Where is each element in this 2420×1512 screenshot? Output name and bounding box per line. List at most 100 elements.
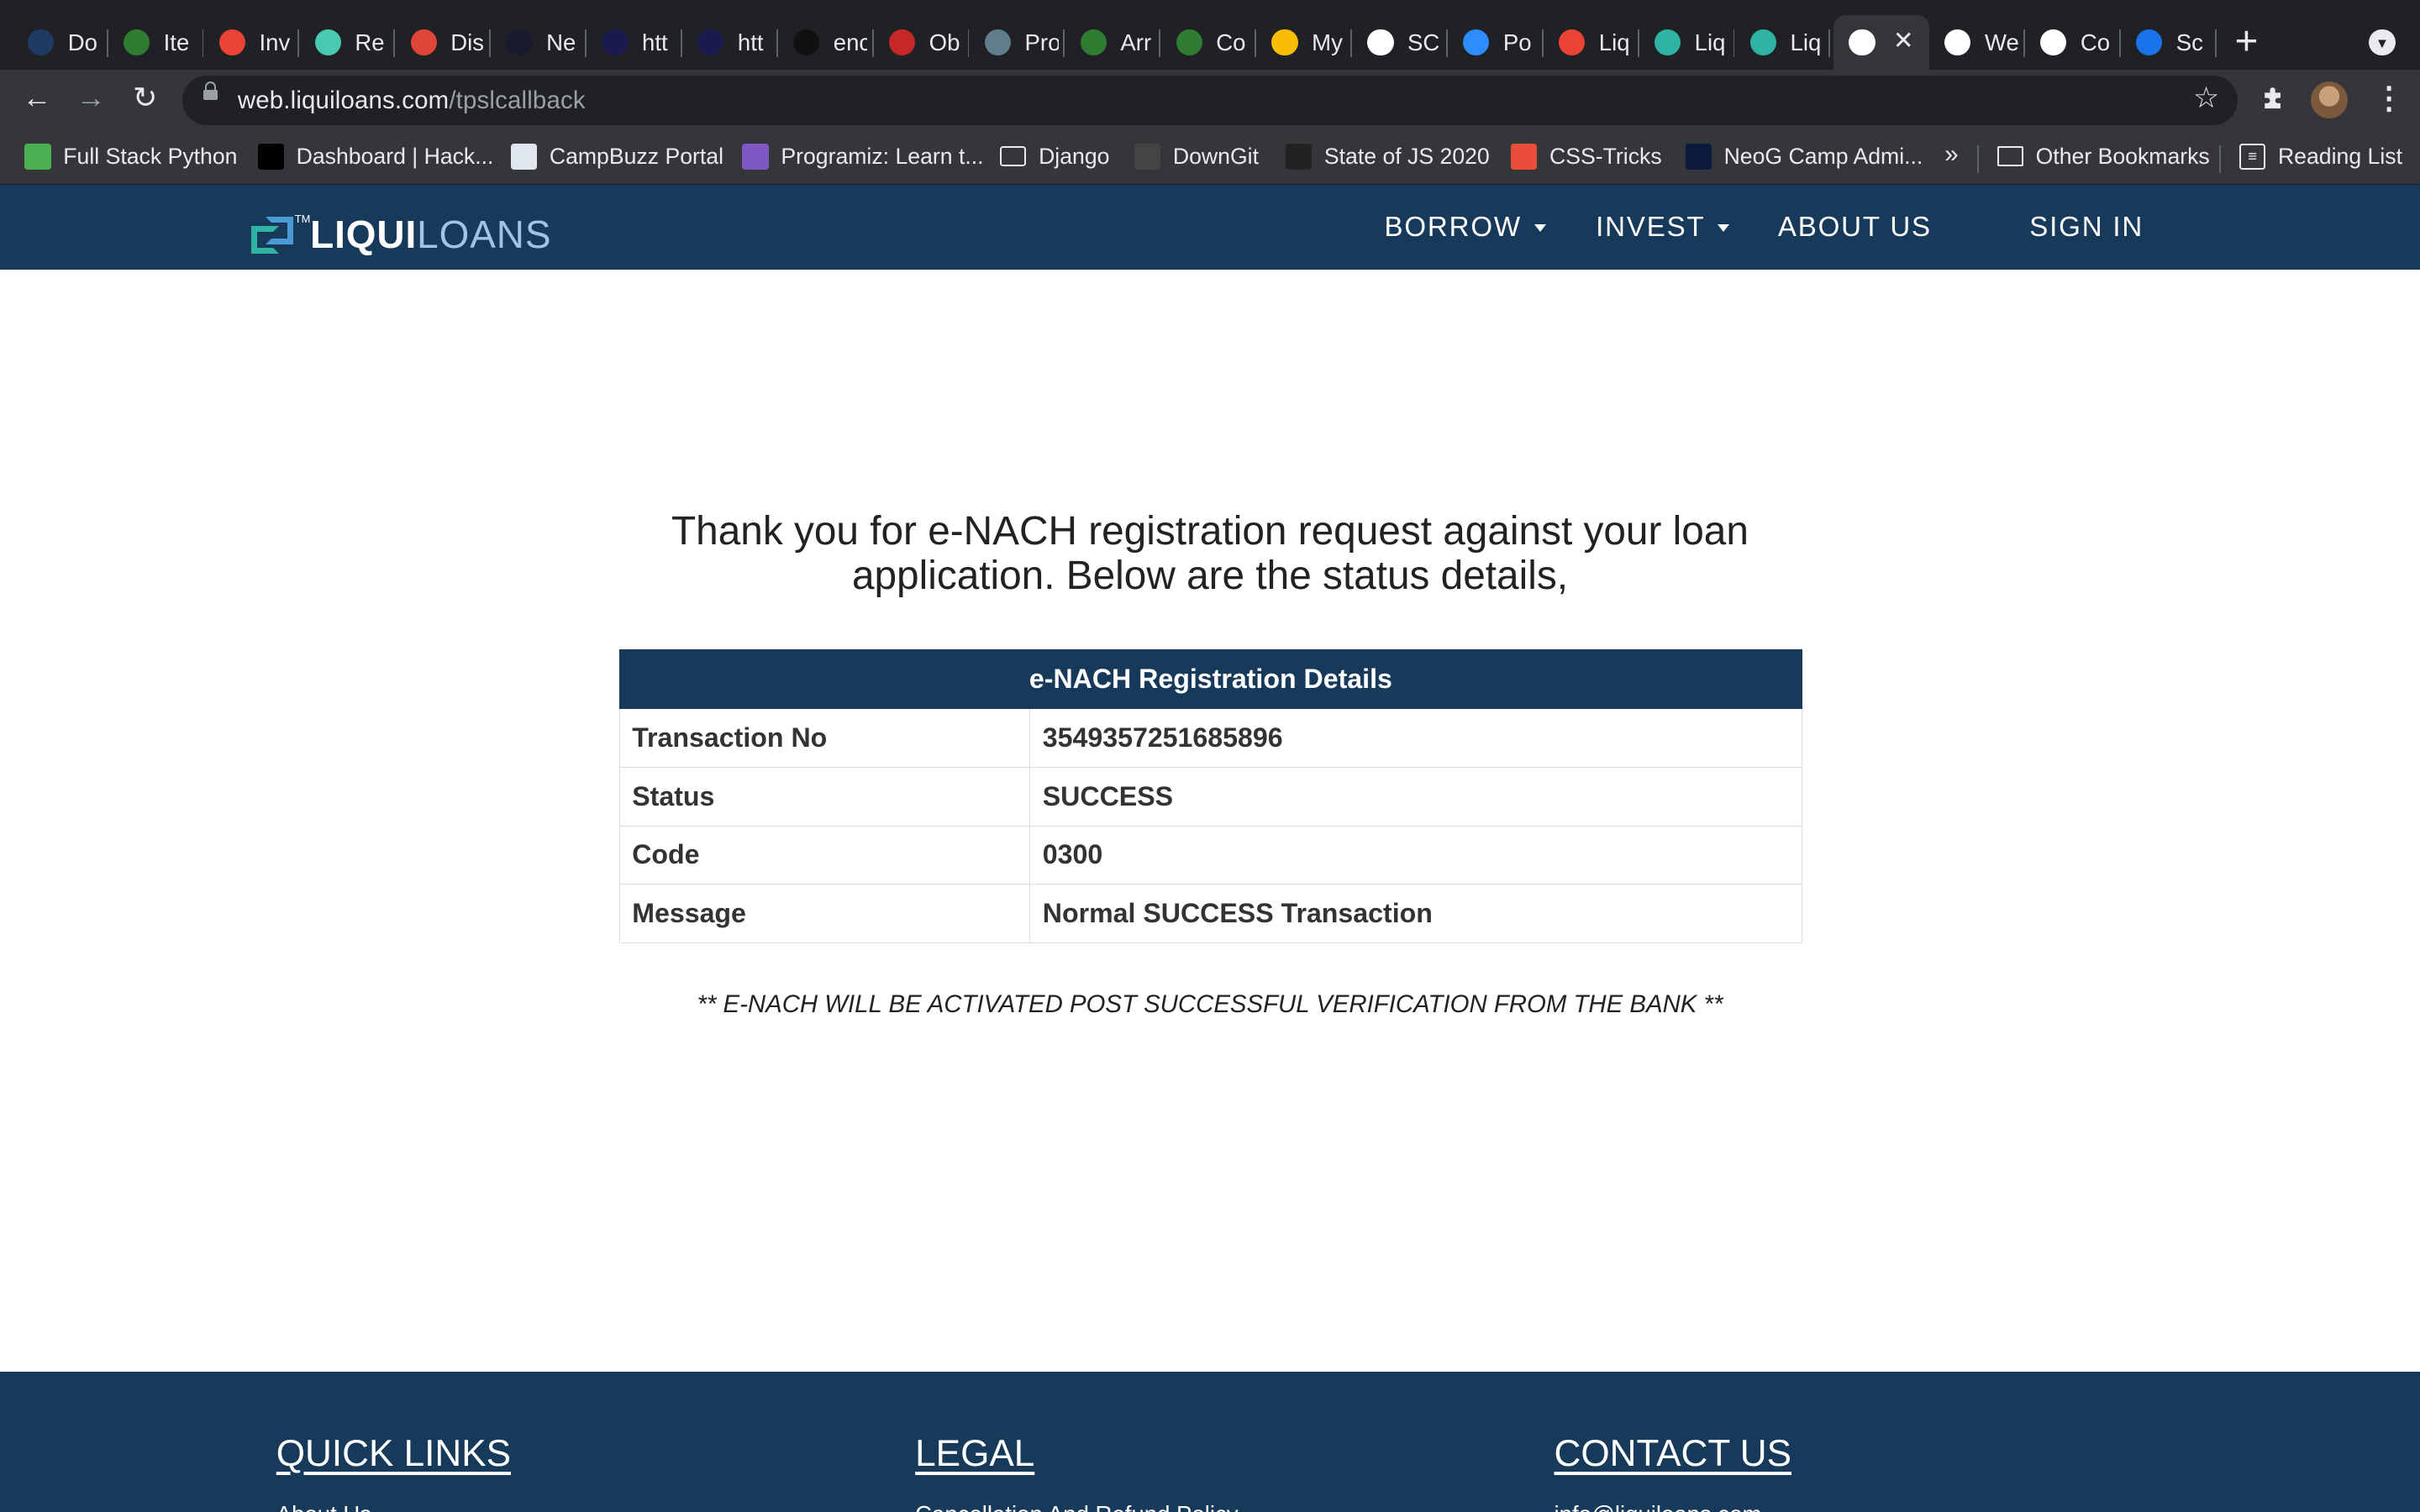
folder-icon bbox=[1996, 146, 2023, 167]
browser-tab[interactable]: We bbox=[1929, 15, 2025, 69]
bookmark-star-icon[interactable]: ☆ bbox=[2193, 81, 2219, 115]
bookmark-label: Programiz: Learn t... bbox=[781, 143, 984, 169]
back-button[interactable]: ← bbox=[18, 81, 55, 115]
browser-tab[interactable]: Liq bbox=[1734, 15, 1831, 69]
extensions-puzzle-icon[interactable] bbox=[2260, 85, 2286, 111]
row-value: 0300 bbox=[1029, 825, 1803, 885]
more-bookmarks-button[interactable]: » bbox=[1944, 140, 1958, 169]
browser-tab[interactable]: Co bbox=[2025, 15, 2121, 69]
browser-tab[interactable]: Arr bbox=[1065, 15, 1161, 69]
browser-tab[interactable]: Ob bbox=[874, 15, 970, 69]
tab-title: Liq bbox=[1598, 29, 1630, 55]
browser-tab[interactable]: enc bbox=[778, 15, 874, 69]
browser-tab[interactable]: Re bbox=[299, 15, 396, 69]
footer-contact-email[interactable]: info@liquiloans.com bbox=[1555, 1501, 1762, 1512]
browser-tab[interactable]: Liq bbox=[1639, 15, 1735, 69]
tab-title: Po bbox=[1502, 29, 1532, 55]
liquiloans-logo[interactable]: TM LIQUI LOANS bbox=[251, 212, 551, 257]
browser-menu-icon[interactable]: ⋮ bbox=[2374, 82, 2405, 114]
browser-tab[interactable]: SC bbox=[1352, 15, 1448, 69]
nav-invest-label: INVEST bbox=[1596, 211, 1706, 243]
nav-about-us[interactable]: ABOUT US bbox=[1778, 212, 1932, 244]
browser-tab[interactable]: Po bbox=[1448, 15, 1544, 69]
lock-icon[interactable] bbox=[203, 81, 218, 101]
table-row: Transaction No 3549357251685896 bbox=[618, 708, 1803, 768]
footer-link-refund-policy[interactable]: Cancellation And Refund Policy bbox=[915, 1501, 1238, 1512]
programiz-icon bbox=[742, 143, 769, 171]
bookmark-item[interactable]: DownGit bbox=[1134, 143, 1259, 171]
reload-button[interactable]: ↻ bbox=[127, 81, 164, 115]
infinity-icon bbox=[1080, 29, 1107, 56]
address-bar[interactable]: web.liquiloans.com/tpslcallback ☆ bbox=[182, 75, 2238, 125]
table-row: Message Normal SUCCESS Transaction bbox=[618, 884, 1803, 944]
tab-divider bbox=[2214, 29, 2217, 57]
bookmark-item[interactable]: Dashboard | Hack... bbox=[257, 143, 493, 171]
bookmarks-divider bbox=[1976, 144, 1979, 173]
browser-tab[interactable]: ✕ bbox=[1833, 15, 1929, 70]
footer-quick-links-heading: QUICK LINKS bbox=[276, 1433, 511, 1475]
tab-title: Arr bbox=[1120, 29, 1152, 55]
tab-strip: + ▼ Do Ite Inv Re Dis Ne htt htt enc Ob Pro Arr Co My… bbox=[0, 0, 2420, 70]
tab-title: Ob bbox=[929, 29, 960, 55]
downgit-icon bbox=[1134, 143, 1161, 171]
bookmark-item[interactable]: CSS-Tricks bbox=[1511, 143, 1662, 171]
bookmark-item[interactable]: Full Stack Python bbox=[24, 143, 237, 171]
bookmark-item[interactable]: Programiz: Learn t... bbox=[742, 143, 984, 171]
site-footer: QUICK LINKS LEGAL CONTACT US About Us Ca… bbox=[0, 1371, 2420, 1512]
profile-avatar[interactable] bbox=[2310, 81, 2348, 119]
table-row: Code 0300 bbox=[618, 825, 1803, 885]
browser-tab[interactable]: Liq bbox=[1544, 15, 1639, 69]
neog-logo-icon bbox=[602, 29, 629, 56]
folder-icon bbox=[1000, 146, 1027, 167]
browser-tab[interactable]: Ite bbox=[108, 15, 204, 69]
browser-tab[interactable]: Inv bbox=[203, 15, 300, 69]
enach-details-table: e-NACH Registration Details Transaction … bbox=[618, 649, 1803, 944]
browser-tab[interactable]: Co bbox=[1160, 15, 1257, 69]
url-text[interactable]: web.liquiloans.com/tpslcallback bbox=[238, 87, 586, 115]
logo-word-bold: LIQUI bbox=[310, 212, 418, 256]
bookmark-label: NeoG Camp Admi... bbox=[1723, 143, 1923, 169]
logo-word-light: LOANS bbox=[417, 212, 552, 256]
other-bookmarks-folder[interactable]: Other Bookmarks bbox=[1996, 143, 2210, 170]
browser-tab[interactable]: Sc bbox=[2121, 15, 2217, 69]
bookmark-item[interactable]: CampBuzz Portal bbox=[510, 143, 723, 171]
bookmark-label: CSS-Tricks bbox=[1549, 143, 1662, 169]
footer-link-about[interactable]: About Us bbox=[276, 1501, 371, 1512]
nav-signin-label: SIGN IN bbox=[2029, 211, 2144, 243]
bookmark-item[interactable]: NeoG Camp Admi... bbox=[1685, 143, 1923, 171]
neog-n-icon bbox=[1685, 143, 1712, 171]
browser-tab[interactable]: Dis bbox=[395, 15, 492, 69]
forward-button[interactable]: → bbox=[72, 81, 109, 115]
globe-icon bbox=[2040, 29, 2067, 56]
close-tab-icon[interactable]: ✕ bbox=[1893, 26, 1914, 55]
browser-tab[interactable]: Pro bbox=[969, 15, 1065, 69]
nav-sign-in[interactable]: SIGN IN bbox=[2029, 212, 2144, 244]
browser-tab[interactable]: My bbox=[1256, 15, 1352, 69]
zoom-video-icon bbox=[1463, 29, 1490, 56]
gmail-icon bbox=[1559, 29, 1586, 56]
liquiloans-icon bbox=[1654, 29, 1681, 56]
row-label: Transaction No bbox=[618, 708, 1031, 768]
browser-tab[interactable]: Do bbox=[13, 15, 108, 69]
browser-tab[interactable]: htt bbox=[682, 15, 778, 69]
bookmark-item[interactable]: State of JS 2020 bbox=[1285, 143, 1490, 171]
globe-dark-icon bbox=[28, 29, 55, 56]
nav-borrow[interactable]: BORROW bbox=[1385, 212, 1546, 244]
reading-list-button[interactable]: ≡ Reading List bbox=[2239, 143, 2402, 171]
figure-icon bbox=[888, 29, 916, 56]
bookmarks-bar: » Other Bookmarks ≡ Reading List Full St… bbox=[0, 131, 2420, 186]
nav-borrow-label: BORROW bbox=[1384, 211, 1522, 243]
url-host: web.liquiloans.com bbox=[237, 86, 450, 114]
site-header: TM LIQUI LOANS BORROW INVEST ABOUT US SIG… bbox=[0, 185, 2420, 270]
tab-title: My bbox=[1312, 29, 1343, 55]
row-value: SUCCESS bbox=[1029, 766, 1803, 827]
nav-invest[interactable]: INVEST bbox=[1596, 211, 1730, 244]
bookmark-item[interactable]: Django bbox=[1000, 144, 1109, 170]
new-tab-button[interactable]: + bbox=[2235, 21, 2259, 62]
tab-search-icon[interactable]: ▼ bbox=[2369, 29, 2396, 56]
browser-tab[interactable]: Ne bbox=[491, 15, 587, 69]
other-bookmarks-label: Other Bookmarks bbox=[2035, 143, 2210, 169]
browser-tab[interactable]: htt bbox=[587, 15, 682, 69]
nav-about-label: ABOUT US bbox=[1777, 211, 1932, 243]
thank-you-message: Thank you for e-NACH registration reques… bbox=[671, 509, 1749, 599]
